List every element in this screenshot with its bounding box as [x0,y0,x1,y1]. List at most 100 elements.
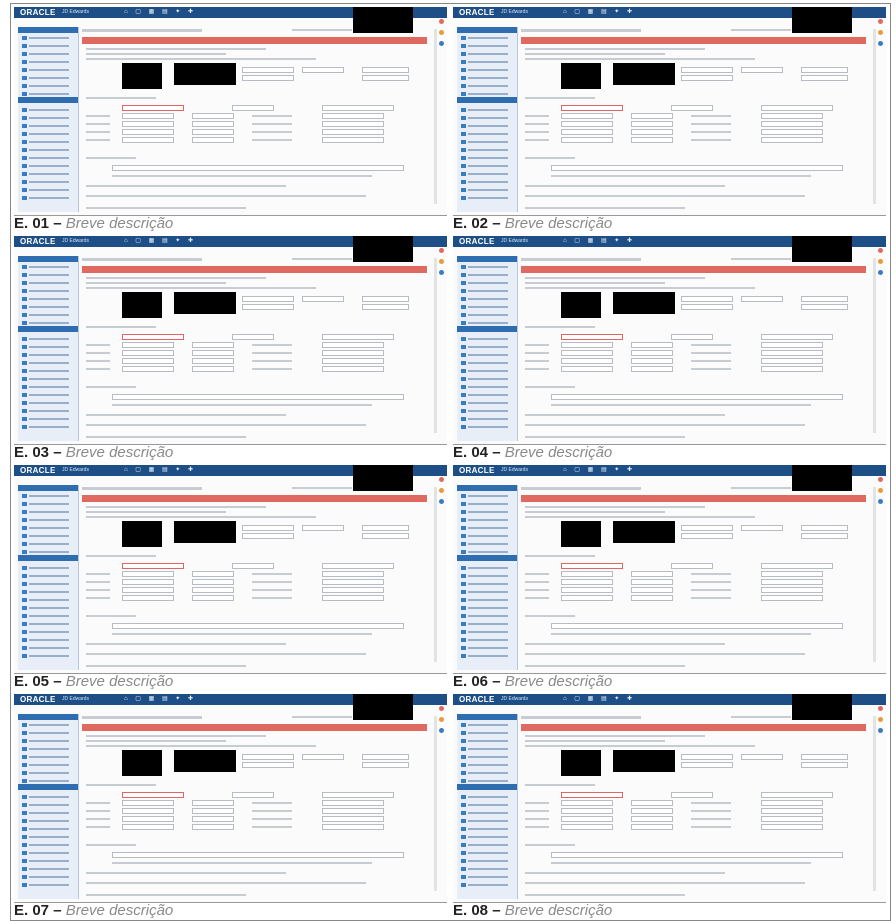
sidebar-item[interactable] [461,614,511,618]
header-field[interactable] [681,296,733,302]
detail-field[interactable] [192,595,234,601]
detail-field[interactable] [631,587,673,593]
detail-field[interactable] [192,137,234,143]
detail-field[interactable] [631,129,673,135]
detail-field[interactable] [232,563,274,569]
sidebar-item[interactable] [22,393,72,397]
detail-field[interactable] [322,800,384,806]
detail-field[interactable] [761,358,823,364]
sidebar-item[interactable] [461,518,511,522]
sidebar-item[interactable] [461,502,511,506]
header-field[interactable] [362,67,409,73]
detail-field[interactable] [122,571,174,577]
header-field[interactable] [801,525,848,531]
sidebar-item[interactable] [22,361,72,365]
sidebar-item[interactable] [461,779,511,783]
sidebar-item[interactable] [461,566,511,570]
sidebar-item[interactable] [461,646,511,650]
sidebar-item[interactable] [461,289,511,293]
sidebar-item[interactable] [461,417,511,421]
sidebar-section-header[interactable] [457,714,517,720]
detail-field[interactable] [561,113,613,119]
sidebar-item[interactable] [461,835,511,839]
sidebar-item[interactable] [22,614,72,618]
sidebar-item[interactable] [22,867,72,871]
detail-field[interactable] [761,137,823,143]
sidebar-item[interactable] [461,811,511,815]
sidebar-item[interactable] [461,76,511,80]
header-field[interactable] [242,754,294,760]
sidebar-item[interactable] [461,281,511,285]
header-field[interactable] [302,754,344,760]
header-field[interactable] [681,67,733,73]
sidebar-item[interactable] [22,385,72,389]
grid-row[interactable] [112,394,404,400]
header-field[interactable] [362,75,409,81]
detail-field[interactable] [671,563,713,569]
detail-field[interactable] [192,800,234,806]
sidebar-item[interactable] [22,313,72,317]
detail-field[interactable] [192,350,234,356]
sidebar-item[interactable] [461,510,511,514]
header-field[interactable] [362,304,409,310]
sidebar-item[interactable] [22,377,72,381]
sidebar-item[interactable] [22,44,72,48]
sidebar-item[interactable] [461,534,511,538]
sidebar-item[interactable] [22,305,72,309]
detail-field[interactable] [561,121,613,127]
header-field[interactable] [741,525,783,531]
sidebar-item[interactable] [461,606,511,610]
sidebar-item[interactable] [22,140,72,144]
detail-field[interactable] [192,587,234,593]
sidebar-item[interactable] [461,883,511,887]
sidebar-section-header[interactable] [18,27,78,33]
sidebar-item[interactable] [461,52,511,56]
sidebar-item[interactable] [22,36,72,40]
detail-field[interactable] [122,129,174,135]
sidebar-item[interactable] [461,172,511,176]
sidebar-item[interactable] [461,361,511,365]
sidebar-item[interactable] [22,582,72,586]
header-field[interactable] [801,296,848,302]
detail-field[interactable] [631,824,673,830]
header-field[interactable] [362,296,409,302]
sidebar-item[interactable] [461,156,511,160]
required-field[interactable] [561,105,623,111]
detail-field[interactable] [561,587,613,593]
header-field[interactable] [801,762,848,768]
sidebar-item[interactable] [461,843,511,847]
header-field[interactable] [801,754,848,760]
sidebar-item[interactable] [22,196,72,200]
sidebar-item[interactable] [461,867,511,871]
detail-field[interactable] [561,824,613,830]
sidebar-item[interactable] [22,297,72,301]
sidebar-section-header[interactable] [18,485,78,491]
detail-field[interactable] [192,824,234,830]
header-field[interactable] [681,304,733,310]
sidebar-item[interactable] [22,566,72,570]
detail-field[interactable] [322,824,384,830]
sidebar-item[interactable] [461,108,511,112]
sidebar-item[interactable] [461,401,511,405]
detail-field[interactable] [122,366,174,372]
required-field[interactable] [122,334,184,340]
sidebar-section-header[interactable] [18,714,78,720]
sidebar-item[interactable] [461,116,511,120]
header-field[interactable] [242,75,294,81]
detail-field[interactable] [122,824,174,830]
detail-field[interactable] [761,105,833,111]
sidebar-item[interactable] [22,534,72,538]
sidebar-item[interactable] [22,353,72,357]
sidebar-section-header[interactable] [457,784,517,790]
detail-field[interactable] [322,350,384,356]
sidebar-item[interactable] [461,313,511,317]
detail-field[interactable] [561,137,613,143]
detail-field[interactable] [761,350,823,356]
detail-field[interactable] [232,334,274,340]
sidebar-item[interactable] [22,76,72,80]
header-field[interactable] [681,525,733,531]
detail-field[interactable] [761,563,833,569]
header-field[interactable] [362,525,409,531]
detail-field[interactable] [761,816,823,822]
header-field[interactable] [801,75,848,81]
